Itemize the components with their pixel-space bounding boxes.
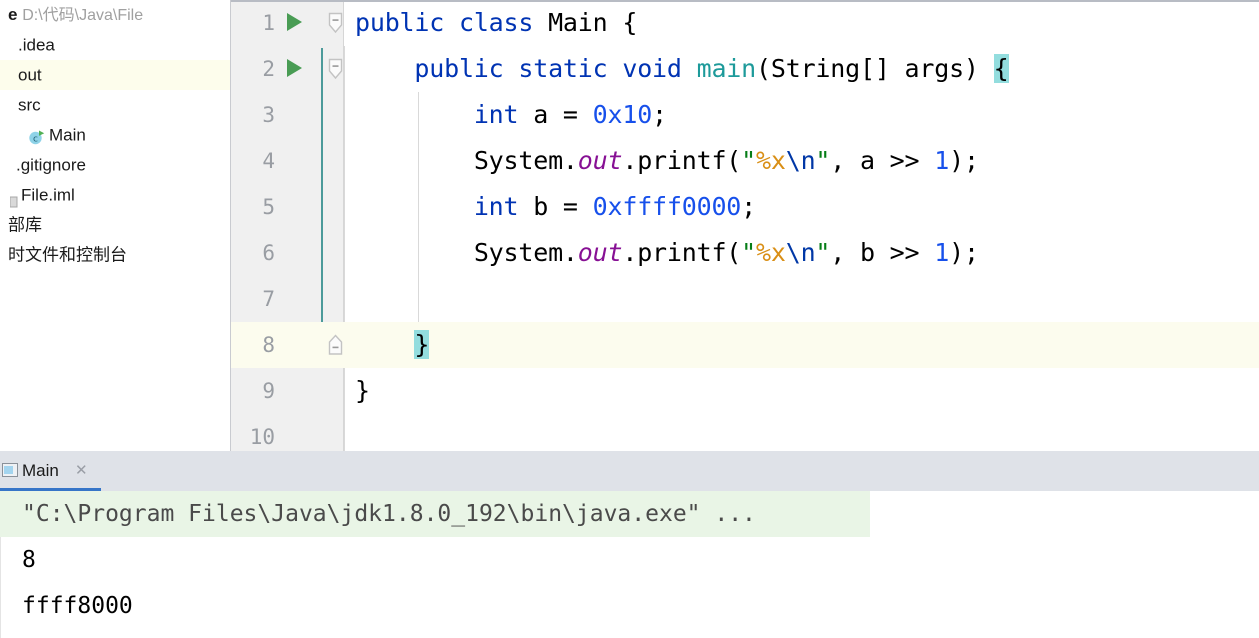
run-console-panel: Main ✕ "C:\Program Files\Java\jdk1.8.0_1… bbox=[0, 451, 1259, 638]
editor-line-8[interactable]: 8 } bbox=[231, 322, 1259, 368]
console-output-line: 8 bbox=[22, 547, 36, 573]
tree-item-out[interactable]: out bbox=[0, 60, 230, 90]
console-tab-bar: Main ✕ bbox=[0, 451, 1259, 491]
code-text-line-3: int a = 0x10; bbox=[473, 100, 667, 129]
tree-item-src[interactable]: src bbox=[0, 90, 230, 120]
svg-text:c: c bbox=[33, 134, 38, 144]
console-window-icon bbox=[2, 463, 18, 477]
close-icon[interactable]: ✕ bbox=[75, 451, 88, 491]
editor-line-9[interactable]: 9} bbox=[231, 368, 1259, 414]
tree-item-label: out bbox=[18, 65, 42, 85]
fold-expanded-icon[interactable] bbox=[327, 58, 344, 80]
line-number-3: 3 bbox=[262, 103, 275, 127]
tree-item-label: File.iml bbox=[21, 185, 75, 205]
code-text-line-1: public class Main { bbox=[355, 8, 638, 37]
fold-end-icon[interactable] bbox=[327, 334, 344, 356]
fold-expanded-icon[interactable] bbox=[327, 12, 344, 34]
editor-line-5[interactable]: 5 int b = 0xffff0000; bbox=[231, 184, 1259, 230]
run-gutter-icon[interactable] bbox=[287, 59, 302, 77]
console-tab-label: Main bbox=[22, 461, 59, 480]
line-number-2: 2 bbox=[262, 57, 275, 81]
editor-line-2[interactable]: 2 public static void main(String[] args)… bbox=[231, 46, 1259, 92]
editor-line-4[interactable]: 4 System.out.printf("%x\n", a >> 1); bbox=[231, 138, 1259, 184]
editor-line-10[interactable]: 10 bbox=[231, 414, 1259, 451]
java-class-icon: c bbox=[28, 126, 45, 144]
tree-item-label: .idea bbox=[18, 35, 55, 55]
editor-line-6[interactable]: 6 System.out.printf("%x\n", b >> 1); bbox=[231, 230, 1259, 276]
project-tree: e D:\代码\Java\File .idea out src c Main .gitign… bbox=[0, 0, 230, 270]
tree-item-label: 部库 bbox=[8, 215, 42, 235]
project-tree-panel: e D:\代码\Java\File .idea out src c Main .gitign… bbox=[0, 0, 231, 451]
code-text-line-5: int b = 0xffff0000; bbox=[473, 192, 757, 221]
console-command-line: "C:\Program Files\Java\jdk1.8.0_192\bin\… bbox=[0, 491, 870, 537]
console-output[interactable]: "C:\Program Files\Java\jdk1.8.0_192\bin\… bbox=[0, 491, 1259, 638]
console-output-line: ffff8000 bbox=[22, 593, 133, 619]
tree-item-Main[interactable]: c Main bbox=[0, 120, 230, 150]
tree-item-path: D:\代码\Java\File bbox=[22, 7, 144, 24]
line-number-9: 9 bbox=[262, 379, 275, 403]
code-text-line-6: System.out.printf("%x\n", b >> 1); bbox=[473, 238, 979, 267]
line-number-5: 5 bbox=[262, 195, 275, 219]
ide-window: e D:\代码\Java\File .idea out src c Main .gitign… bbox=[0, 0, 1259, 638]
editor-line-3[interactable]: 3 int a = 0x10; bbox=[231, 92, 1259, 138]
code-text-line-8: } bbox=[414, 330, 430, 359]
line-number-6: 6 bbox=[262, 241, 275, 265]
tree-item-label: Main bbox=[49, 125, 86, 145]
tree-item-label: .gitignore bbox=[16, 155, 86, 175]
tree-item-部库[interactable]: 部库 bbox=[0, 210, 230, 240]
run-gutter-icon[interactable] bbox=[287, 13, 302, 31]
tree-item-label: 时文件和控制台 bbox=[8, 245, 127, 265]
line-number-7: 7 bbox=[262, 287, 275, 311]
tree-item-label: src bbox=[18, 95, 41, 115]
line-number-4: 4 bbox=[262, 149, 275, 173]
tree-item-时文件和控制台[interactable]: 时文件和控制台 bbox=[0, 240, 230, 270]
tree-item-File.iml[interactable]: File.iml bbox=[0, 180, 230, 210]
editor-line-1[interactable]: 1 public class Main { bbox=[231, 0, 1259, 46]
tree-item-.idea[interactable]: .idea bbox=[0, 30, 230, 60]
console-tab-main[interactable]: Main ✕ bbox=[0, 451, 101, 491]
code-editor[interactable]: 1 public class Main { 2 public static void… bbox=[231, 0, 1259, 451]
tree-item-.gitignore[interactable]: .gitignore bbox=[0, 150, 230, 180]
iml-file-icon bbox=[9, 188, 19, 208]
line-number-10: 10 bbox=[249, 425, 275, 449]
line-number-1: 1 bbox=[262, 11, 275, 35]
editor-line-7[interactable]: 7 bbox=[231, 276, 1259, 322]
tree-item-stub: e bbox=[8, 5, 18, 24]
code-text-line-9: } bbox=[355, 376, 370, 405]
tree-item-root[interactable]: e D:\代码\Java\File bbox=[0, 0, 230, 30]
line-number-8: 8 bbox=[262, 333, 275, 357]
code-text-line-2: public static void main(String[] args) { bbox=[414, 54, 1009, 83]
code-text-line-4: System.out.printf("%x\n", a >> 1); bbox=[473, 146, 979, 175]
